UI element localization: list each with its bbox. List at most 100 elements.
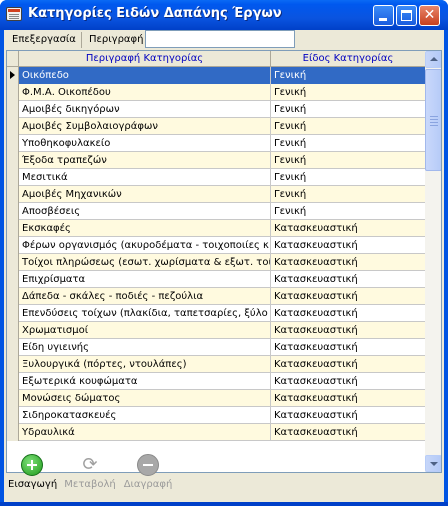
cell-description[interactable]: Αποσβέσεις xyxy=(19,203,271,220)
cell-type[interactable]: Γενική xyxy=(271,203,425,220)
cell-description[interactable]: Επενδύσεις τοίχων (πλακίδια, ταπετσαρίες… xyxy=(19,305,271,322)
row-indicator[interactable] xyxy=(7,135,19,152)
table-row[interactable]: Αποσβέσεις Γενική xyxy=(7,203,425,220)
row-indicator[interactable] xyxy=(7,305,19,322)
scroll-thumb[interactable] xyxy=(425,69,441,171)
cell-type[interactable]: Κατασκευαστική xyxy=(271,237,425,254)
table-row[interactable]: Οικόπεδο Γενική xyxy=(7,67,425,84)
row-indicator[interactable] xyxy=(7,101,19,118)
cell-description[interactable]: Οικόπεδο xyxy=(19,67,271,84)
row-indicator[interactable] xyxy=(7,373,19,390)
modify-button[interactable]: ⟳ Μεταβολή xyxy=(60,454,120,490)
cell-type[interactable]: Γενική xyxy=(271,101,425,118)
row-indicator[interactable] xyxy=(7,339,19,356)
table-row[interactable]: Υδραυλικά Κατασκευαστική xyxy=(7,424,425,441)
row-indicator[interactable] xyxy=(7,67,19,84)
row-indicator[interactable] xyxy=(7,356,19,373)
edit-button[interactable]: Επεξεργασία xyxy=(6,32,82,48)
cell-description[interactable]: Μεσιτικά xyxy=(19,169,271,186)
table-row[interactable]: Είδη υγιεινής Κατασκευαστική xyxy=(7,339,425,356)
column-header-type[interactable]: Είδος Κατηγορίας xyxy=(271,51,425,67)
column-header-description[interactable]: Περιγραφή Κατηγορίας xyxy=(19,51,271,67)
table-row[interactable]: Φ.Μ.Α. Οικοπέδου Γενική xyxy=(7,84,425,101)
vertical-scrollbar[interactable] xyxy=(425,51,441,472)
table-row[interactable]: Έξοδα τραπεζών Γενική xyxy=(7,152,425,169)
row-indicator[interactable] xyxy=(7,84,19,101)
search-input[interactable] xyxy=(145,30,295,48)
table-row[interactable]: Δάπεδα - σκάλες - ποδιές - πεζούλια Κατασ… xyxy=(7,288,425,305)
delete-button[interactable]: Διαγραφή xyxy=(118,454,178,490)
row-indicator[interactable] xyxy=(7,407,19,424)
table-row[interactable]: Αμοιβές Συμβολαιογράφων Γενική xyxy=(7,118,425,135)
cell-type[interactable]: Κατασκευαστική xyxy=(271,305,425,322)
cell-description[interactable]: Αμοιβές Συμβολαιογράφων xyxy=(19,118,271,135)
table-row[interactable]: Εξωτερικά κουφώματα Κατασκευαστική xyxy=(7,373,425,390)
table-row[interactable]: Μονώσεις δώματος Κατασκευαστική xyxy=(7,390,425,407)
cell-type[interactable]: Κατασκευαστική xyxy=(271,424,425,441)
row-indicator[interactable] xyxy=(7,220,19,237)
cell-type[interactable]: Κατασκευαστική xyxy=(271,288,425,305)
cell-type[interactable]: Κατασκευαστική xyxy=(271,407,425,424)
row-indicator[interactable] xyxy=(7,169,19,186)
row-indicator[interactable] xyxy=(7,152,19,169)
cell-description[interactable]: Φ.Μ.Α. Οικοπέδου xyxy=(19,84,271,101)
cell-type[interactable]: Γενική xyxy=(271,186,425,203)
close-button[interactable]: ✕ xyxy=(419,5,440,26)
cell-description[interactable]: Αμοιβές δικηγόρων xyxy=(19,101,271,118)
table-row[interactable]: Χρωματισμοί Κατασκευαστική xyxy=(7,322,425,339)
row-indicator[interactable] xyxy=(7,390,19,407)
table-row[interactable]: Εκσκαφές Κατασκευαστική xyxy=(7,220,425,237)
table-row[interactable]: Υποθηκοφυλακείο Γενική xyxy=(7,135,425,152)
maximize-button[interactable] xyxy=(396,5,417,26)
add-button[interactable]: Εισαγωγή xyxy=(8,454,57,490)
cell-description[interactable]: Εκσκαφές xyxy=(19,220,271,237)
row-indicator[interactable] xyxy=(7,424,19,441)
cell-description[interactable]: Υποθηκοφυλακείο xyxy=(19,135,271,152)
cell-description[interactable]: Εξωτερικά κουφώματα xyxy=(19,373,271,390)
cell-description[interactable]: Έξοδα τραπεζών xyxy=(19,152,271,169)
table-row[interactable]: Αμοιβές δικηγόρων Γενική xyxy=(7,101,425,118)
row-indicator[interactable] xyxy=(7,118,19,135)
table-row[interactable]: Φέρων οργανισμός (ακυροδέματα - τοιχοποι… xyxy=(7,237,425,254)
cell-type[interactable]: Γενική xyxy=(271,84,425,101)
table-row[interactable]: Επενδύσεις τοίχων (πλακίδια, ταπετσαρίες… xyxy=(7,305,425,322)
minimize-button[interactable] xyxy=(373,5,394,26)
table-row[interactable]: Επιχρίσματα Κατασκευαστική xyxy=(7,271,425,288)
row-indicator[interactable] xyxy=(7,186,19,203)
cell-type[interactable]: Κατασκευαστική xyxy=(271,390,425,407)
scroll-up-button[interactable] xyxy=(425,51,441,68)
cell-type[interactable]: Κατασκευαστική xyxy=(271,220,425,237)
cell-description[interactable]: Τοίχοι πληρώσεως (εσωτ. χωρίσματα & εξωτ… xyxy=(19,254,271,271)
cell-description[interactable]: Σιδηροκατασκευές xyxy=(19,407,271,424)
cell-type[interactable]: Γενική xyxy=(271,135,425,152)
cell-type[interactable]: Γενική xyxy=(271,152,425,169)
table-row[interactable]: Αμοιβές Μηχανικών Γενική xyxy=(7,186,425,203)
cell-description[interactable]: Μονώσεις δώματος xyxy=(19,390,271,407)
cell-description[interactable]: Επιχρίσματα xyxy=(19,271,271,288)
cell-type[interactable]: Γενική xyxy=(271,67,425,84)
title-bar[interactable]: Κατηγορίες Ειδών Δαπάνης Έργων ✕ xyxy=(0,0,448,30)
cell-type[interactable]: Κατασκευαστική xyxy=(271,339,425,356)
cell-type[interactable]: Κατασκευαστική xyxy=(271,356,425,373)
row-indicator[interactable] xyxy=(7,203,19,220)
row-indicator[interactable] xyxy=(7,237,19,254)
table-row[interactable]: Τοίχοι πληρώσεως (εσωτ. χωρίσματα & εξωτ… xyxy=(7,254,425,271)
row-indicator[interactable] xyxy=(7,271,19,288)
cell-type[interactable]: Κατασκευαστική xyxy=(271,373,425,390)
cell-description[interactable]: Χρωματισμοί xyxy=(19,322,271,339)
cell-type[interactable]: Κατασκευαστική xyxy=(271,271,425,288)
cell-description[interactable]: Υδραυλικά xyxy=(19,424,271,441)
cell-description[interactable]: Είδη υγιεινής xyxy=(19,339,271,356)
row-indicator[interactable] xyxy=(7,254,19,271)
cell-description[interactable]: Φέρων οργανισμός (ακυροδέματα - τοιχοποι… xyxy=(19,237,271,254)
cell-type[interactable]: Κατασκευαστική xyxy=(271,254,425,271)
table-row[interactable]: Ξυλουργικά (πόρτες, ντουλάπες) Κατασκευασ… xyxy=(7,356,425,373)
categories-grid[interactable]: Περιγραφή Κατηγορίας Είδος Κατηγορίας Οι… xyxy=(6,50,442,473)
cell-description[interactable]: Αμοιβές Μηχανικών xyxy=(19,186,271,203)
cell-type[interactable]: Γενική xyxy=(271,169,425,186)
cell-type[interactable]: Γενική xyxy=(271,118,425,135)
table-row[interactable]: Μεσιτικά Γενική xyxy=(7,169,425,186)
cell-type[interactable]: Κατασκευαστική xyxy=(271,322,425,339)
row-indicator[interactable] xyxy=(7,288,19,305)
cell-description[interactable]: Δάπεδα - σκάλες - ποδιές - πεζούλια xyxy=(19,288,271,305)
